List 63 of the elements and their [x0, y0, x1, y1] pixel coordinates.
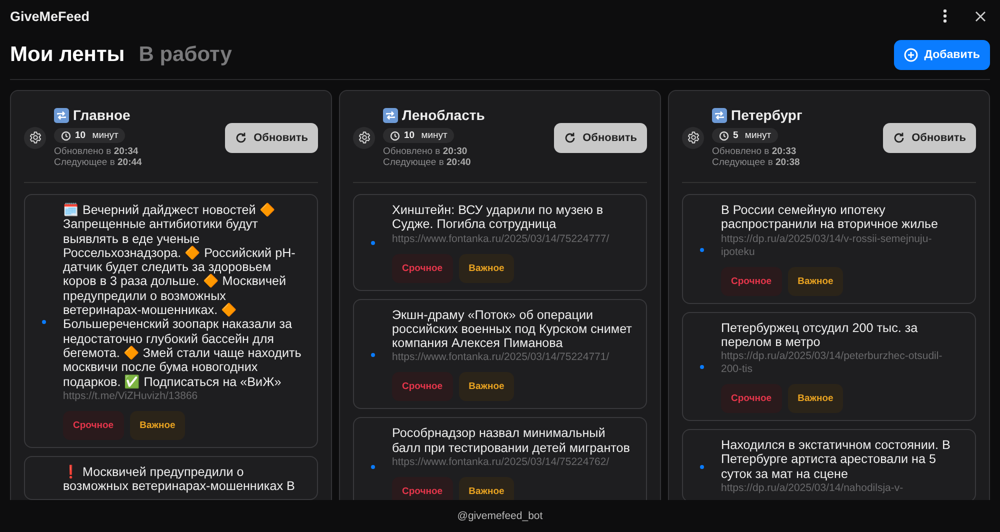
refresh-icon	[564, 132, 576, 144]
next-update-time: Следующее в 20:40	[383, 157, 471, 168]
settings-button[interactable]	[682, 126, 704, 148]
news-card[interactable]: ❗ Москвичей предупредили о возможных ветеринарах-мошенниках В	[24, 456, 318, 500]
tag-button[interactable]: Важное	[130, 410, 186, 440]
news-card[interactable]	[24, 194, 318, 448]
tag-button[interactable]: Срочное	[63, 410, 124, 440]
tab[interactable]: Мои ленты	[10, 43, 125, 67]
settings-icon	[358, 131, 370, 144]
repeat-icon	[712, 108, 727, 122]
add-button[interactable]: Добавить	[894, 40, 990, 70]
app-title: GiveMeFeed	[10, 8, 90, 24]
news-card[interactable]: Хинштейн: ВСУ ударили по музею в Судже. Погибла сотрудница https://www.fontanka.ru/2025/03/14/75224777/ Срочное Важное	[353, 194, 647, 291]
news-text: Рособрнадзор назвал минимальный балл при тестировании детей мигрантов	[392, 426, 631, 456]
settings-button[interactable]	[24, 126, 46, 148]
updated-time: Обновлено в 20:30	[383, 146, 468, 157]
tab[interactable]: В работу	[138, 43, 232, 67]
plus-icon	[904, 48, 918, 62]
updated-time: Обновлено в 20:33	[712, 146, 796, 157]
settings-button[interactable]	[353, 126, 375, 148]
tag-button[interactable]: Важное	[788, 384, 844, 414]
tag-button[interactable]: Срочное	[721, 266, 782, 296]
tag-button[interactable]: Срочное	[392, 254, 453, 283]
repeat-icon	[383, 108, 398, 122]
news-text: Хинштейн: ВСУ ударили по музею в Судже. Погибла сотрудница	[392, 203, 604, 232]
news-text: В России семейную ипотеку распространили на вторичное жилье	[721, 203, 940, 232]
tag-button[interactable]: Важное	[788, 266, 844, 296]
feed-title: Главное	[73, 107, 130, 123]
repeat-icon	[54, 108, 69, 122]
settings-icon	[28, 131, 42, 144]
feed-title: Петербург	[731, 107, 802, 123]
footer-text: @givemefeed_bot	[457, 510, 543, 522]
refresh-icon	[892, 132, 905, 144]
refresh-icon	[234, 132, 247, 144]
refresh-button[interactable]: Обновить	[224, 122, 318, 152]
settings-icon	[686, 131, 700, 144]
tag-button[interactable]: Срочное	[392, 477, 453, 500]
interval-badge: 5 минут	[712, 128, 778, 143]
interval-badge: 10 минут	[54, 128, 126, 143]
refresh-button[interactable]: Обновить	[554, 122, 647, 152]
news-text: ❗ Москвичей предупредили о возможных ветеринарах-мошенниках В	[63, 464, 296, 494]
news-card[interactable]: Экшн-драму «Поток» об операции российских военных под Курском снимет компания Алексея Пиманова https://www.fontanka.ru/2025/03/14/75224771/ Срочное Важное	[353, 298, 647, 410]
tag-button[interactable]: Важное	[458, 254, 514, 283]
feed-title: Ленобласть	[402, 107, 485, 123]
news-text: Экшн-драму «Поток» об операции российских военных под Курском снимет компания Алексея Пиманова	[392, 308, 633, 350]
tag-button[interactable]: Важное	[458, 477, 514, 500]
news-text: 🗓 Вечерний дайджест новостей 🔶 Запрещенные антибиотики будут выявлять в еде ученые Россельхознадзора. 🔶 Российский pH-датчик будет следить за здоровьем коров в 3 раза дольше. 🔶 Москвичей предупредили о возможных ветеринарах-мошенниках. 🔶 Большереченский зоопарк наказали за недостаточно глубокий бассейн для бегемота. 🔶 Змей стали чаще находить москвичи после бума новогодних подарков. ✅ Подписаться на «ВиЖ»	[63, 203, 302, 389]
news-card[interactable]: Петербуржец отсудил 200 тыс. за перелом в метро https://dp.ru/a/2025/03/14/peterburzhec-otsudil-200-tis Срочное Важное	[682, 312, 976, 422]
tag-button[interactable]: Важное	[458, 372, 514, 402]
next-update-time: Следующее в 20:38	[712, 157, 800, 168]
close-icon[interactable]	[975, 10, 986, 22]
tag-button[interactable]: Срочное	[721, 384, 782, 414]
refresh-button[interactable]: Обновить	[882, 122, 976, 152]
more-icon[interactable]	[943, 9, 947, 23]
next-update-time: Следующее в 20:44	[54, 157, 142, 168]
interval-badge: 10 минут	[383, 128, 454, 143]
news-card[interactable]: Рособрнадзор назвал минимальный балл при тестировании детей мигрантов https://www.fontanka.ru/2025/03/14/75224762/ Срочное Важное	[353, 417, 647, 500]
news-card[interactable]: Находился в экстатичном состоянии. В Петербурге артиста арестовали на 5 суток за мат на сцене https://dp.ru/a/2025/03/14/nahodilsja-v-	[682, 429, 976, 500]
news-text: Находился в экстатичном состоянии. В Петербурге артиста арестовали на 5 суток за мат на сцене	[721, 438, 952, 482]
news-text: Петербуржец отсудил 200 тыс. за перелом в метро	[721, 320, 919, 350]
tag-button[interactable]: Срочное	[392, 372, 453, 402]
news-card[interactable]: В России семейную ипотеку распространили на вторичное жилье https://dp.ru/a/2025/03/14/v-rossii-semejnuju-ipoteku Срочное Важное	[682, 194, 976, 304]
updated-time: Обновлено в 20:34	[54, 146, 138, 157]
